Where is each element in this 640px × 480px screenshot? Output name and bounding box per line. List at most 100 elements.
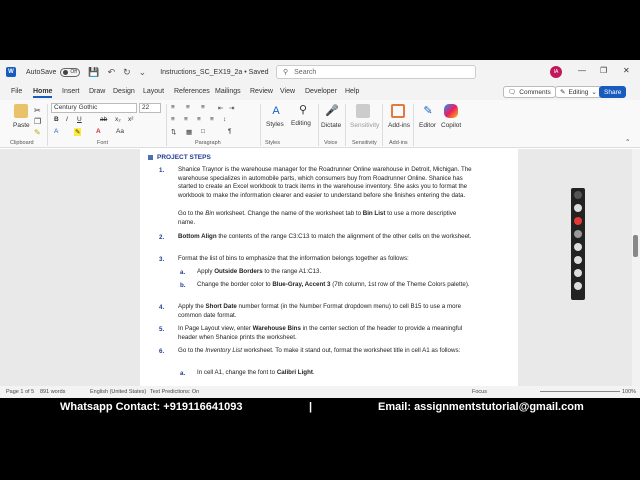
align-left-icon[interactable]: ≡ [171,116,175,123]
microphone-icon[interactable]: 🎤 [325,104,339,118]
cut-icon[interactable]: ✂ [34,106,41,115]
title-bar: W AutoSave Off 💾 ↶ ↻ ⌄ Instructions_SC_E… [0,60,640,84]
scroll-thumb[interactable] [633,235,638,257]
multilevel-list-icon[interactable]: ≡ [201,104,205,111]
change-case-icon[interactable]: Aa [116,128,124,135]
collapse-ribbon-icon[interactable]: ⌃ [625,138,630,146]
zoom-slider[interactable] [540,391,620,392]
page-count[interactable]: Page 1 of 5 [6,389,34,395]
avatar[interactable]: IA [550,66,562,78]
find-icon[interactable]: ⚲ [296,103,310,117]
paste-button[interactable]: Paste [13,122,30,129]
word-count[interactable]: 891 words [40,389,65,395]
line-spacing-icon[interactable]: ↕ [223,116,226,123]
restore-icon[interactable]: ❐ [600,66,607,75]
font-color-icon[interactable]: A [96,128,101,135]
search-input[interactable]: ⚲ Search [276,65,476,79]
document-name[interactable]: Instructions_SC_EX19_2a • Saved [160,69,268,76]
autosave-label: AutoSave [26,68,57,76]
editor-button[interactable]: Editor [419,122,436,129]
tab-developer[interactable]: Developer [305,88,337,95]
minimize-icon[interactable]: — [578,66,586,75]
editor-icon[interactable]: ✎ [421,104,435,118]
step-text: Go to the Bin worksheet. Change the name… [178,210,457,226]
text-effects-icon[interactable]: A [54,128,58,135]
paragraph-group-label: Paragraph [195,140,221,146]
tab-insert[interactable]: Insert [62,88,80,95]
comments-button[interactable]: 🗨 Comments [503,86,556,98]
add-ins-icon[interactable] [391,104,405,118]
highlight-icon[interactable]: ✎ [74,128,82,136]
copilot-button[interactable]: Copilot [441,122,461,129]
dictate-button[interactable]: Dictate [321,122,341,129]
settings-icon[interactable] [574,282,582,290]
shading-icon[interactable]: ▦ [186,128,192,136]
tab-help[interactable]: Help [345,88,359,95]
share-button[interactable]: Share [599,86,627,98]
speaker-icon[interactable] [574,256,582,264]
justify-icon[interactable]: ≡ [210,116,214,123]
bold-icon[interactable]: B [54,116,59,123]
recorder-handle-icon[interactable] [574,191,582,199]
copilot-icon[interactable] [444,104,458,118]
focus-button[interactable]: Focus [472,389,487,395]
vertical-scrollbar[interactable] [632,149,640,406]
zoom-level[interactable]: 100% [622,389,636,395]
close-icon[interactable]: ✕ [623,66,630,75]
align-right-icon[interactable]: ≡ [197,116,201,123]
redo-icon[interactable]: ↻ [123,67,131,78]
ribbon-tabs: File Home Insert Draw Design Layout Refe… [0,84,640,100]
superscript-icon[interactable]: x² [128,116,133,123]
subscript-icon[interactable]: x₂ [115,116,121,123]
tab-design[interactable]: Design [113,88,135,95]
copy-icon[interactable]: ❐ [34,117,41,126]
tab-draw[interactable]: Draw [89,88,105,95]
format-painter-icon[interactable]: ✎ [34,128,41,137]
tab-view[interactable]: View [280,88,295,95]
editing-button[interactable]: Editing [291,120,311,127]
editing-mode-button[interactable]: ✎ Editing ⌄ [555,86,602,98]
sensitivity-button[interactable]: Sensitivity [350,122,379,129]
font-name-input[interactable]: Century Gothic [51,103,137,113]
tab-home[interactable]: Home [33,88,53,98]
tab-references[interactable]: References [174,88,210,95]
customize-toolbar-icon[interactable]: ⌄ [139,67,147,78]
sensitivity-icon[interactable] [356,104,370,118]
heading-bullet-icon [148,155,153,160]
font-size-input[interactable]: 22 [139,103,161,113]
record-icon[interactable] [574,217,582,225]
add-ins-button[interactable]: Add-ins [388,122,410,129]
substep-text: In cell A1, change the font to Calibri L… [197,369,315,376]
sort-icon[interactable]: ⇅ [171,128,176,136]
step-number: 3. [159,256,165,263]
bullets-icon[interactable]: ≡ [171,104,175,111]
camera-icon[interactable] [574,204,582,212]
tab-layout[interactable]: Layout [143,88,164,95]
microphone-toggle-icon[interactable] [574,243,582,251]
tab-file[interactable]: File [11,88,22,95]
numbering-icon[interactable]: ≡ [186,104,190,111]
show-formatting-icon[interactable]: ¶ [228,128,232,135]
styles-icon[interactable]: A [269,104,283,118]
decrease-indent-icon[interactable]: ⇤ [218,104,223,112]
italic-icon[interactable]: I [66,116,68,123]
tab-review[interactable]: Review [250,88,273,95]
borders-icon[interactable]: □ [201,128,205,135]
tab-mailings[interactable]: Mailings [215,88,241,95]
save-icon[interactable]: 💾 [88,67,99,78]
text-predictions[interactable]: Text Predictions: On [150,389,199,395]
underline-icon[interactable]: U [77,116,82,123]
whatsapp-contact: Whatsapp Contact: +919116641093 [60,401,243,413]
language[interactable]: English (United States) [90,389,146,395]
autosave-toggle[interactable]: Off [60,67,81,77]
add-ins-group-label: Add-ins [389,140,408,146]
strikethrough-icon[interactable]: ab [100,116,107,123]
increase-indent-icon[interactable]: ⇥ [229,104,234,112]
styles-button[interactable]: Styles [266,121,284,128]
align-center-icon[interactable]: ≡ [184,116,188,123]
document-page[interactable]: PROJECT STEPS 1. Shanice Traynor is the … [140,149,518,406]
paste-icon[interactable] [14,104,28,118]
pen-icon[interactable] [574,269,582,277]
step-text: Shanice Traynor is the warehouse manager… [178,166,472,199]
undo-icon[interactable]: ↶ [108,67,116,78]
